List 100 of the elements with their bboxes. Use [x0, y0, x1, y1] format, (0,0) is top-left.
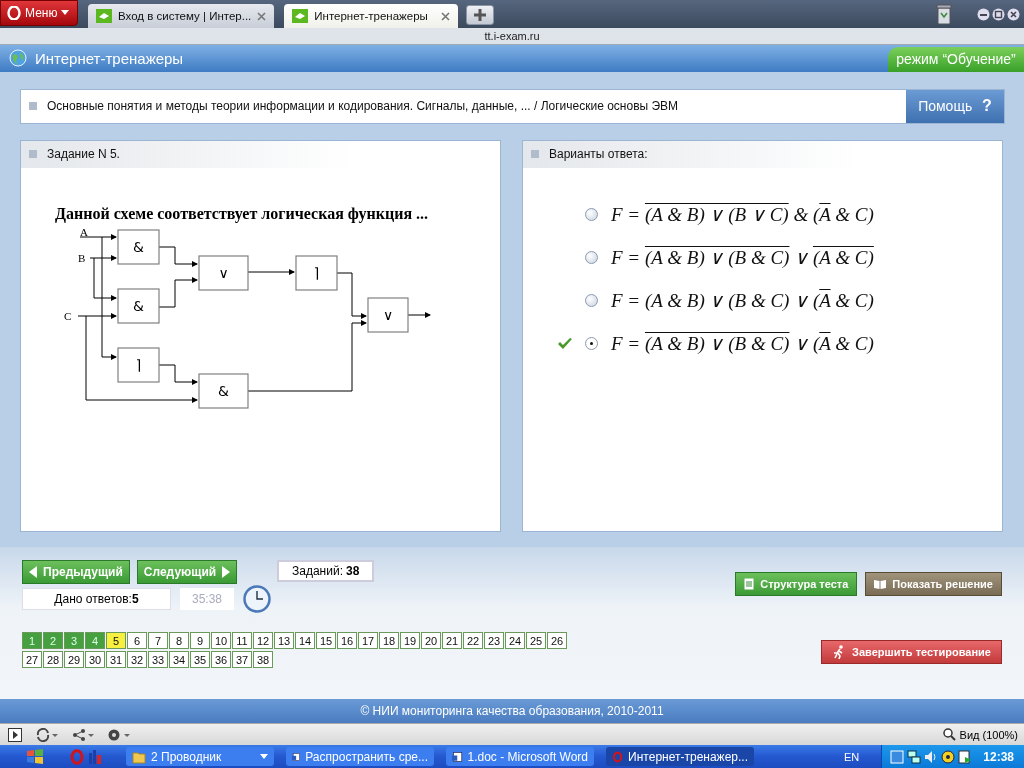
question-number[interactable]: 15	[316, 632, 336, 650]
question-number[interactable]: 24	[505, 632, 525, 650]
question-number[interactable]: 29	[64, 651, 84, 669]
menu-button[interactable]: Меню	[0, 0, 78, 26]
question-number[interactable]: 33	[148, 651, 168, 669]
question-number[interactable]: 27	[22, 651, 42, 669]
right-arrow-icon	[222, 566, 231, 579]
bullet-icon	[531, 150, 539, 159]
question-number[interactable]: 18	[379, 632, 399, 650]
radio-button[interactable]	[585, 337, 598, 351]
browser-tab[interactable]: Интернет-тренажеры	[284, 4, 459, 28]
site-icon	[292, 9, 309, 23]
document-icon	[744, 578, 755, 591]
question-number[interactable]: 14	[295, 632, 315, 650]
radio-button[interactable]	[585, 208, 598, 222]
question-number[interactable]: 16	[337, 632, 357, 650]
address-text: tt.i-exam.ru	[484, 30, 540, 42]
clock[interactable]: 12:38	[983, 749, 1014, 764]
formula-option[interactable]: F = (A & B) ∨ (B & C) ∨ (A & C)	[611, 332, 874, 356]
help-button[interactable]: Помощь ?	[906, 89, 1004, 123]
formula-option[interactable]: F = (A & B) ∨ (B & C) ∨ (A & C)	[611, 246, 874, 270]
address-bar[interactable]: tt.i-exam.ru	[0, 28, 1024, 45]
show-solution-button[interactable]: Показать решение	[865, 572, 1002, 597]
question-number[interactable]: 34	[169, 651, 189, 669]
taskbar-button[interactable]: Интернет-тренажер...	[606, 747, 754, 767]
logic-gate: &	[117, 229, 160, 265]
question-number[interactable]: 36	[211, 651, 231, 669]
timer: 35:38	[180, 588, 234, 611]
question-number[interactable]: 25	[526, 632, 546, 650]
question-number[interactable]: 35	[190, 651, 210, 669]
taskbar-label: Распространить сре...	[305, 749, 428, 764]
question-number[interactable]: 38	[253, 651, 273, 669]
windows-logo-icon[interactable]	[26, 748, 44, 765]
clock-icon	[243, 585, 271, 614]
network-icon[interactable]	[907, 749, 922, 764]
formula-option[interactable]: F = (A & B) ∨ (B & C) ∨ (A & C)	[611, 289, 874, 313]
zoom-icon[interactable]	[942, 728, 956, 742]
speaker-icon[interactable]	[924, 749, 939, 764]
question-number[interactable]: 9	[190, 632, 210, 650]
plus-icon	[474, 9, 487, 21]
logic-gate: ⌉	[295, 255, 338, 291]
question-number[interactable]: 11	[232, 632, 252, 650]
new-tab-button[interactable]	[466, 5, 495, 25]
logic-gate: ⌉	[117, 347, 160, 383]
taskbar-label: Интернет-тренажер...	[628, 749, 748, 764]
site-icon	[96, 9, 112, 23]
taskbar-button[interactable]: Распространить сре...	[286, 747, 434, 767]
logic-gate: &	[198, 373, 249, 409]
taskbar-button[interactable]: 2 Проводник	[126, 747, 274, 767]
taskbar-button[interactable]: 1.doc - Microsoft Word	[446, 747, 594, 767]
question-number[interactable]: 10	[211, 632, 231, 650]
question-number[interactable]: 13	[274, 632, 294, 650]
wire	[407, 311, 431, 318]
caret-icon	[61, 10, 70, 16]
question-number[interactable]: 20	[421, 632, 441, 650]
app-title: Интернет-тренажеры	[35, 50, 184, 67]
browser-tab[interactable]: Вход в систему | Интер...	[88, 4, 275, 28]
question-number[interactable]: 17	[358, 632, 378, 650]
bullet-icon	[29, 150, 37, 159]
opera-icon	[612, 749, 624, 764]
restore-icon[interactable]	[992, 7, 1005, 21]
language-indicator[interactable]: EN	[844, 750, 860, 763]
formula-option[interactable]: F = (A & B) ∨ (B ∨ C) & (A & C)	[611, 203, 874, 227]
question-number[interactable]: 28	[43, 651, 63, 669]
close-icon[interactable]	[441, 11, 451, 21]
radio-button[interactable]	[585, 251, 598, 265]
close-icon[interactable]	[1007, 7, 1020, 21]
question-number[interactable]: 26	[547, 632, 567, 650]
question-number[interactable]: 12	[253, 632, 273, 650]
question-number[interactable]: 32	[127, 651, 147, 669]
question-number[interactable]: 22	[463, 632, 483, 650]
folder-icon	[132, 749, 146, 764]
question-number[interactable]: 19	[400, 632, 420, 650]
minimize-icon[interactable]	[977, 7, 990, 21]
radio-button[interactable]	[585, 294, 598, 308]
close-icon[interactable]	[257, 11, 267, 21]
breadcrumb-text: Основные понятия и методы теории информации и кодирования. Сигналы, данные, ... / Логические основы ЭВМ	[47, 99, 680, 114]
panel-toggle-icon[interactable]	[8, 727, 22, 742]
zoom-level[interactable]: Вид (100%)	[959, 728, 1018, 741]
bullet-icon	[29, 102, 37, 111]
question-number[interactable]: 5	[106, 632, 126, 650]
question-number[interactable]: 6	[127, 632, 147, 650]
question-number[interactable]: 23	[484, 632, 504, 650]
share-icon[interactable]	[72, 727, 94, 742]
copyright-text: © НИИ мониторинга качества образования, 2010-2011	[360, 704, 664, 719]
question-number[interactable]: 21	[442, 632, 462, 650]
question-number[interactable]: 30	[85, 651, 105, 669]
question-number[interactable]: 8	[169, 632, 189, 650]
speed-dial-icon[interactable]	[108, 727, 130, 742]
trash-icon[interactable]	[935, 3, 953, 25]
caret-icon	[260, 754, 268, 760]
question-number[interactable]: 37	[232, 651, 252, 669]
sync-icon[interactable]	[36, 727, 58, 742]
document-icon	[452, 749, 463, 764]
finish-button[interactable]: Завершить тестирование	[821, 640, 1002, 665]
tab-title: Интернет-тренажеры	[314, 10, 429, 22]
answered-count: 5	[131, 592, 139, 607]
question-number[interactable]: 7	[148, 632, 168, 650]
media-icon[interactable]	[958, 749, 973, 764]
question-number[interactable]: 31	[106, 651, 126, 669]
